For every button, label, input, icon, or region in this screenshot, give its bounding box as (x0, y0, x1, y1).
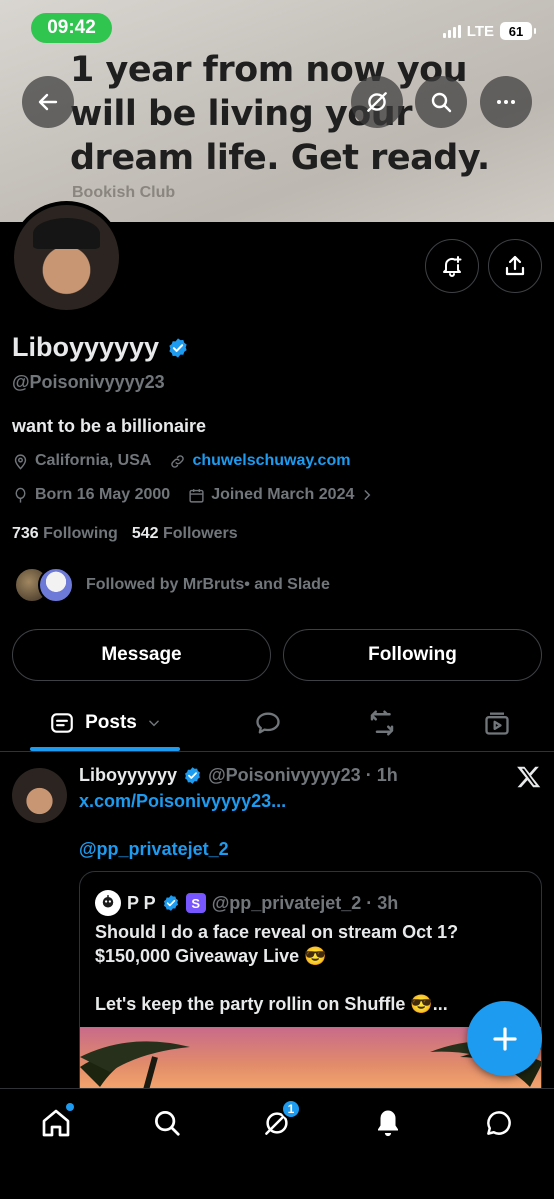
nav-notifications[interactable] (360, 1103, 416, 1143)
profile-handle: @Poisonivyyyy23 (12, 372, 165, 392)
profile-bio: want to be a billionaire (12, 416, 207, 436)
banner-quote: 1 year from now you will be living your … (70, 50, 490, 178)
profile-meta-row-1: California, USA chuwelschuway.com (12, 452, 350, 470)
follow-counts: 736 Following 542 Followers (12, 525, 238, 543)
back-button[interactable] (22, 76, 74, 128)
nav-search[interactable] (139, 1103, 195, 1143)
verified-badge-icon (169, 337, 187, 358)
bell-plus-icon (443, 256, 462, 277)
profile-avatar[interactable] (10, 201, 123, 314)
notifications-toggle-button[interactable] (425, 239, 479, 293)
followed-by-row[interactable]: Followed by MrBruts• and Slade (14, 567, 330, 603)
status-time: 09:42 (31, 13, 112, 43)
followed-by-text: Followed by MrBruts• and Slade (86, 576, 330, 593)
repost-icon (370, 710, 394, 736)
profile-name: Liboyyyyyy (12, 332, 189, 363)
x-logo-icon (517, 766, 541, 788)
posts-icon (51, 713, 73, 733)
verified-badge-icon (163, 895, 178, 911)
balloon-icon (15, 487, 26, 503)
share-button[interactable] (488, 239, 542, 293)
plus-icon (492, 1026, 517, 1051)
post-author-handle-time: @Poisonivyyyy23 · 1h (208, 765, 398, 785)
followers-count-link[interactable]: 542 Followers (132, 525, 238, 543)
calendar-icon (189, 488, 204, 503)
quoted-text-line-3: Let's keep the party rollin on Shuffle 😎… (95, 994, 448, 1014)
profile-name-text: Liboyyyyyy (12, 332, 160, 362)
following-count: 736 (12, 525, 39, 542)
bell-icon (378, 1110, 398, 1137)
profile-birthdate: Born 16 May 2000 (35, 486, 171, 503)
tab-reposts[interactable] (354, 698, 410, 748)
more-icon (497, 100, 515, 104)
status-indicators: LTE 61 (442, 22, 536, 40)
quoted-text-line-2: $150,000 Giveaway Live 😎 (95, 946, 327, 966)
profile-location: California, USA (35, 452, 152, 469)
post-mention[interactable]: @pp_privatejet_2 (79, 839, 229, 860)
verified-badge-icon (185, 767, 201, 784)
search-icon (431, 92, 452, 113)
tab-replies[interactable] (240, 698, 296, 748)
quoted-post-text: Should I do a face reveal on stream Oct … (95, 920, 535, 1016)
quoted-post[interactable]: P P S @pp_privatejet_2 · 3h Should I do … (79, 871, 542, 1111)
profile-meta-row-2: Born 16 May 2000 Joined March 2024 (12, 486, 374, 504)
battery-icon: 61 (500, 22, 536, 40)
location-pin-icon (14, 453, 27, 470)
banner-credit: Bookish Club (72, 184, 176, 201)
following-count-link[interactable]: 736 Following (12, 525, 118, 543)
tab-posts-label: Posts (85, 712, 137, 733)
nav-home[interactable] (28, 1103, 84, 1143)
search-icon (155, 1111, 180, 1136)
more-button[interactable] (480, 76, 532, 128)
share-icon (505, 255, 525, 276)
quoted-author-handle-time: @pp_privatejet_2 · 3h (211, 892, 399, 913)
grok-button[interactable] (351, 76, 403, 128)
compose-post-button[interactable] (467, 1001, 542, 1076)
quoted-author-name: P P (127, 892, 156, 913)
post-author-name[interactable]: Liboyyyyyy (79, 765, 177, 786)
chat-bubble-icon (487, 1111, 511, 1135)
quoted-post-header: P P S @pp_privatejet_2 · 3h (95, 890, 398, 916)
reply-icon (256, 712, 280, 734)
following-label: Following (43, 525, 118, 542)
post-link[interactable]: x.com/Poisonivyyyy23... (79, 791, 286, 812)
home-icon (42, 1109, 70, 1137)
link-icon (171, 454, 185, 468)
profile-website-link[interactable]: chuwelschuway.com (192, 452, 350, 470)
nav-grok[interactable]: 1 (249, 1099, 305, 1143)
tab-posts[interactable]: Posts (30, 698, 180, 748)
profile-joined-date: Joined March 2024 (211, 486, 355, 503)
media-icon (485, 712, 509, 735)
follower-avatar-2 (38, 567, 74, 603)
network-label: LTE (466, 22, 494, 40)
chevron-right-icon[interactable] (360, 488, 374, 502)
quoted-author-avatar (95, 890, 121, 916)
grok-badge: 1 (281, 1099, 301, 1119)
bottom-navigation: 1 (0, 1088, 554, 1199)
search-button[interactable] (415, 76, 467, 128)
post-author-avatar[interactable] (12, 768, 67, 823)
avatar-image (14, 205, 119, 310)
arrow-left-icon (38, 93, 58, 111)
affiliate-badge-icon: S (185, 893, 206, 913)
chevron-down-icon (149, 720, 159, 727)
tab-media[interactable] (469, 698, 525, 748)
following-button[interactable]: Following (283, 629, 542, 681)
post-header: Liboyyyyyy @Poisonivyyyy23 · 1h (79, 765, 398, 786)
followers-count: 542 (131, 525, 159, 542)
robot-icon (102, 895, 114, 908)
followers-label: Followers (162, 525, 238, 542)
quoted-text-line-1: Should I do a face reveal on stream Oct … (95, 922, 459, 942)
profile-tabs: Posts (0, 698, 554, 752)
signal-icon (442, 24, 461, 38)
nav-messages[interactable] (471, 1103, 527, 1143)
tab-active-indicator (30, 747, 180, 751)
home-unread-dot (66, 1103, 74, 1111)
message-button[interactable]: Message (12, 629, 271, 681)
grok-icon (367, 92, 387, 112)
